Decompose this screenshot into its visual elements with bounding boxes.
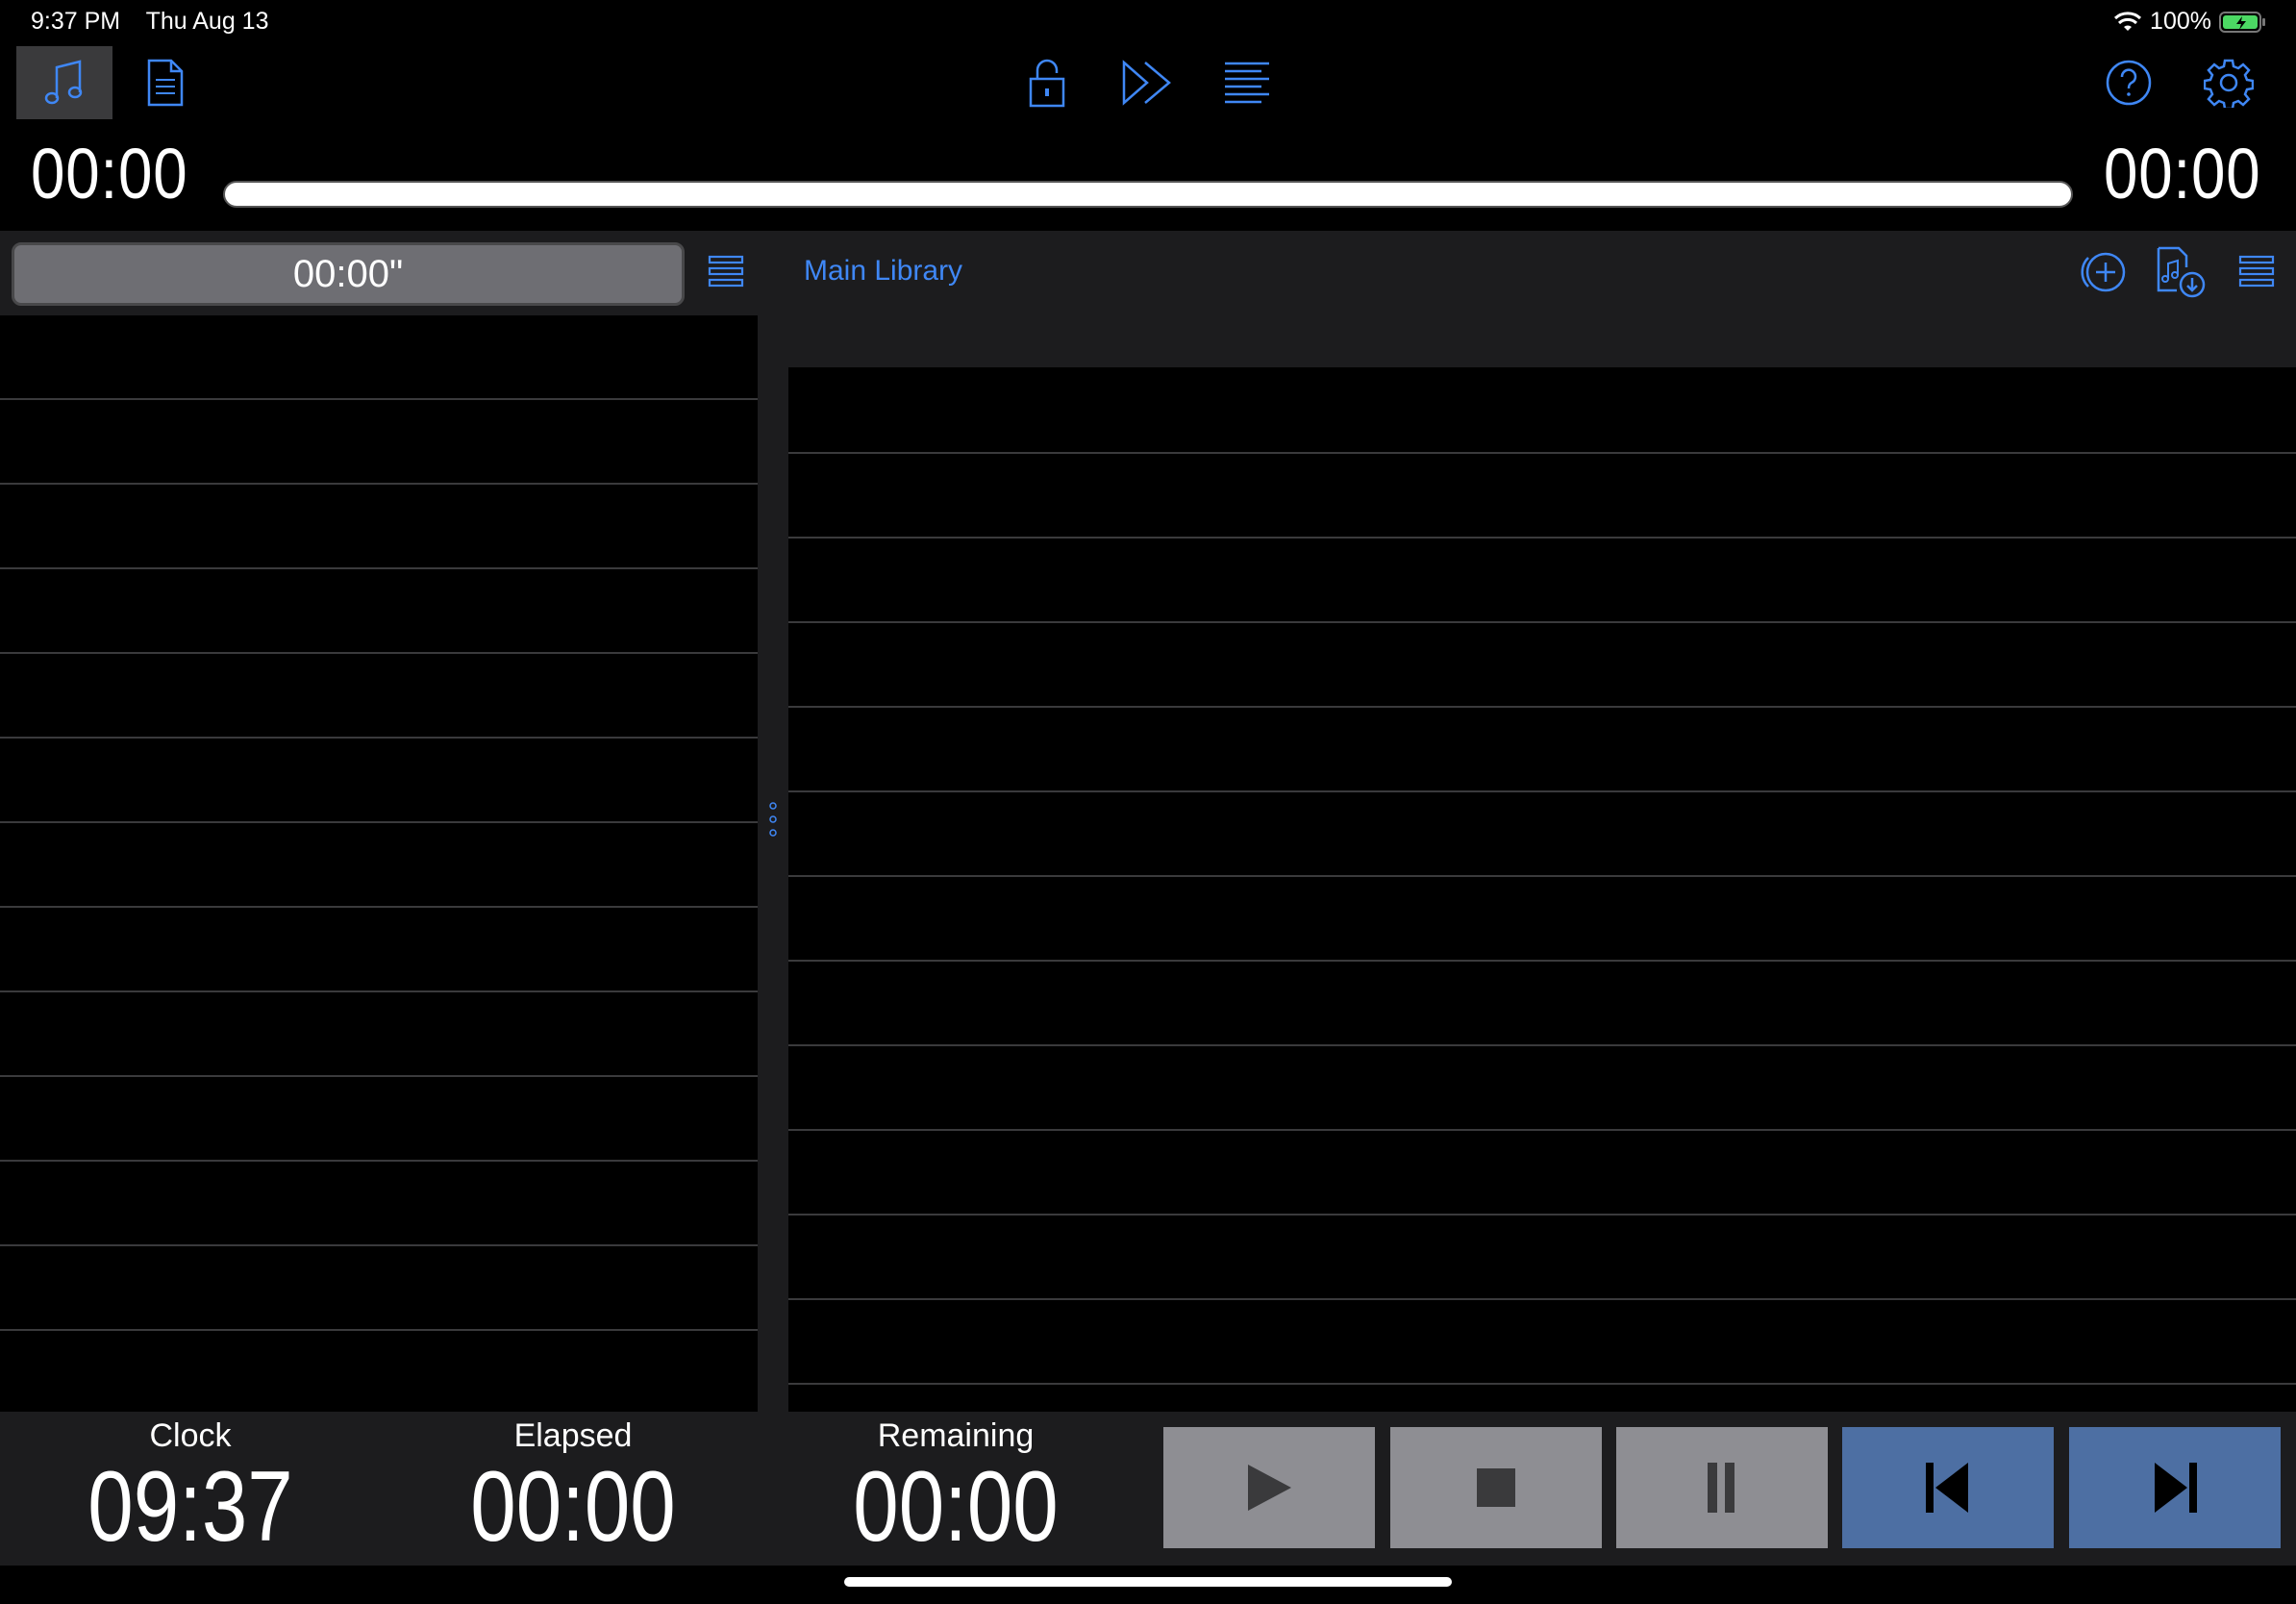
list-row-divider xyxy=(788,1298,2296,1300)
list-row-divider xyxy=(788,706,2296,708)
list-row-divider xyxy=(788,452,2296,454)
list-icon xyxy=(2238,255,2275,288)
list-row-divider xyxy=(788,1214,2296,1216)
list-row-divider xyxy=(0,567,758,569)
list-row-divider xyxy=(0,1075,758,1077)
elapsed-value: 00:00 xyxy=(470,1451,676,1563)
list-row-divider xyxy=(788,1129,2296,1131)
library-header xyxy=(788,231,2296,367)
list-icon xyxy=(708,255,744,288)
playlist-list[interactable] xyxy=(0,315,758,1412)
elapsed-time-top: 00:00 xyxy=(31,134,188,213)
status-bar-right: 100% xyxy=(2113,8,2267,36)
document-icon xyxy=(147,59,184,107)
list-row-divider xyxy=(0,398,758,400)
lock-icon xyxy=(1029,59,1065,108)
stop-icon xyxy=(1477,1468,1515,1507)
list-row-divider xyxy=(0,1160,758,1162)
lock-button[interactable] xyxy=(999,46,1095,119)
wifi-icon xyxy=(2114,11,2142,31)
list-row-divider xyxy=(788,1383,2296,1385)
list-row-divider xyxy=(0,906,758,908)
list-row-divider xyxy=(0,652,758,654)
library-menu-button[interactable] xyxy=(2238,254,2275,293)
list-row-divider xyxy=(0,1329,758,1331)
list-row-divider xyxy=(0,821,758,823)
previous-track-button[interactable] xyxy=(1842,1427,2054,1548)
list-row-divider xyxy=(788,875,2296,877)
library-list[interactable] xyxy=(788,367,2296,1412)
battery-percent: 100% xyxy=(2150,8,2211,35)
pause-button[interactable] xyxy=(1616,1427,1828,1548)
import-music-button[interactable] xyxy=(2156,246,2206,303)
add-button[interactable] xyxy=(2079,250,2129,299)
drag-handle-icon xyxy=(769,802,777,837)
skip-back-icon xyxy=(1926,1463,1968,1513)
panel-divider[interactable] xyxy=(758,231,788,1412)
import-music-icon xyxy=(2157,246,2206,298)
list-row-divider xyxy=(0,483,758,485)
home-indicator[interactable] xyxy=(844,1577,1452,1587)
list-row-divider xyxy=(788,1044,2296,1046)
music-mode-button[interactable] xyxy=(16,46,112,119)
help-button[interactable] xyxy=(2081,46,2177,119)
status-date: Thu Aug 13 xyxy=(145,8,269,35)
text-align-icon xyxy=(1225,62,1269,104)
gear-icon xyxy=(2204,59,2254,108)
settings-button[interactable] xyxy=(2181,46,2277,119)
remaining-time-top: 00:00 xyxy=(2104,134,2261,213)
fast-forward-icon xyxy=(1122,60,1171,106)
pause-icon xyxy=(1708,1463,1734,1513)
stop-button[interactable] xyxy=(1390,1427,1602,1548)
list-row-divider xyxy=(788,537,2296,539)
fast-forward-button[interactable] xyxy=(1099,46,1195,119)
timer-field[interactable]: 00:00" xyxy=(12,242,685,306)
document-mode-button[interactable] xyxy=(117,46,213,119)
progress-bar[interactable] xyxy=(223,181,2073,208)
list-row-divider xyxy=(0,990,758,992)
help-icon xyxy=(2106,60,2152,106)
next-track-button[interactable] xyxy=(2069,1427,2281,1548)
remaining-value: 00:00 xyxy=(853,1451,1059,1563)
music-note-icon xyxy=(44,60,83,105)
list-row-divider xyxy=(0,737,758,739)
list-row-divider xyxy=(788,790,2296,792)
library-title[interactable]: Main Library xyxy=(804,255,962,288)
play-button[interactable] xyxy=(1163,1427,1375,1548)
left-list-menu-button[interactable] xyxy=(708,254,744,293)
list-row-divider xyxy=(788,621,2296,623)
clock-value: 09:37 xyxy=(87,1451,293,1563)
battery-icon xyxy=(2219,11,2265,33)
play-icon xyxy=(1248,1465,1291,1511)
text-align-button[interactable] xyxy=(1199,46,1295,119)
skip-forward-icon xyxy=(2155,1463,2197,1513)
list-row-divider xyxy=(788,960,2296,962)
add-circle-icon xyxy=(2081,252,2126,292)
status-bar-left: 9:37 PM Thu Aug 13 xyxy=(31,8,288,36)
status-time: 9:37 PM xyxy=(31,8,121,35)
list-row-divider xyxy=(0,1244,758,1246)
